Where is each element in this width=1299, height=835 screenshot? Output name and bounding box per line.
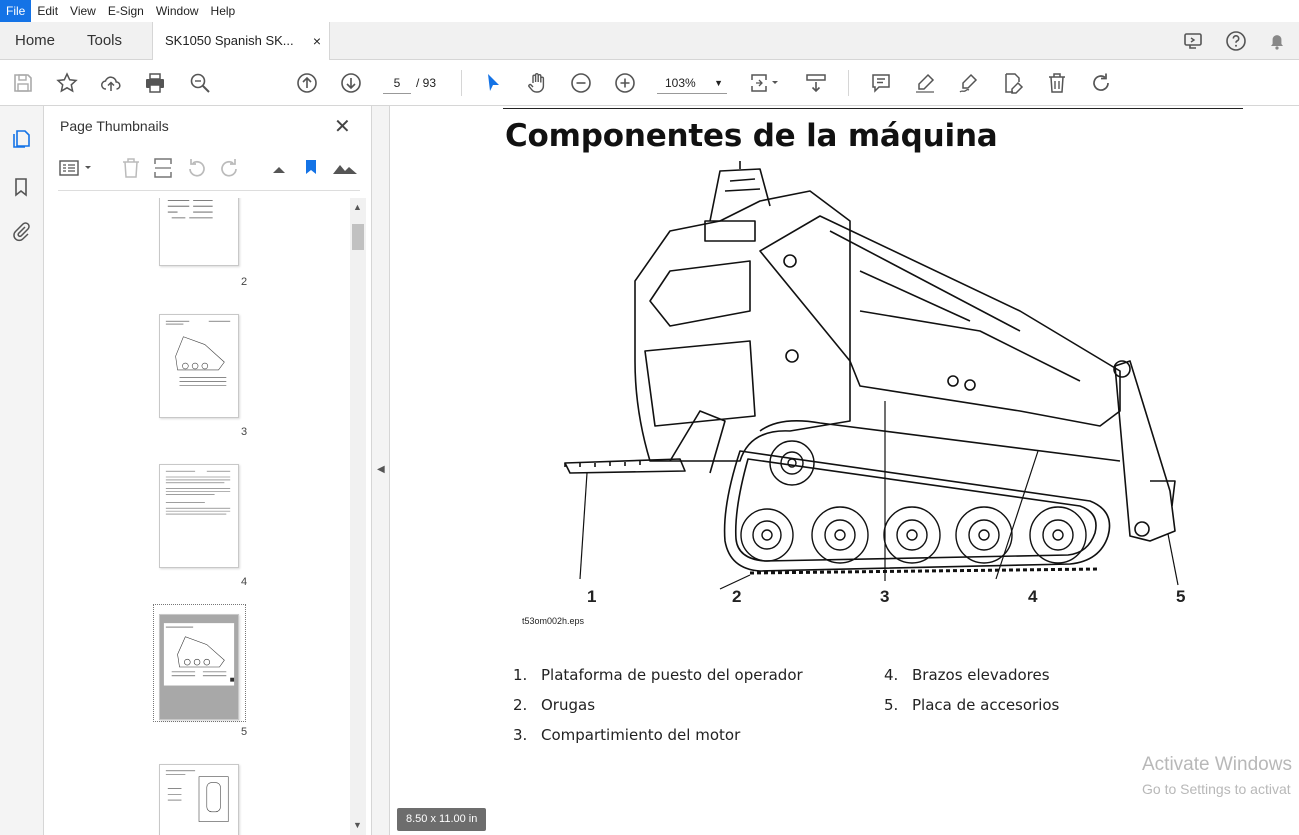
page-number-input[interactable]: 5 (383, 72, 411, 94)
bookmark-star-icon[interactable] (55, 71, 79, 95)
legend-text: Orugas (541, 696, 596, 714)
share-screen-icon[interactable] (1182, 30, 1204, 52)
legend-text: Plataforma de puesto del operador (541, 666, 803, 684)
page-size-badge: 8.50 x 11.00 in (397, 808, 487, 831)
tab-document[interactable]: SK1050 Spanish SK... × (152, 22, 330, 60)
thumbnail-insert-icon[interactable] (152, 156, 174, 180)
highlight-pen-icon[interactable] (913, 71, 937, 95)
page-fit-icon[interactable] (748, 71, 782, 95)
thumbnail-delete-icon[interactable] (120, 156, 142, 180)
notifications-bell-icon[interactable] (1266, 30, 1288, 52)
callout-4: 4 (1028, 587, 1038, 606)
toolbar-divider (848, 70, 849, 96)
page-total: / 93 (416, 76, 437, 90)
panel-title: Page Thumbnails (60, 118, 169, 134)
previous-page-icon[interactable] (295, 71, 319, 95)
panel-collapse-handle[interactable]: ◀ (372, 106, 390, 835)
legend-number: 1. (513, 666, 528, 684)
select-cursor-icon[interactable] (481, 71, 505, 95)
zoom-in-icon[interactable] (613, 71, 637, 95)
tab-close-icon[interactable]: × (313, 22, 321, 60)
menu-help[interactable]: Help (205, 0, 242, 22)
legend-text: Brazos elevadores (912, 666, 1050, 684)
thumbnail-label: 4 (240, 576, 248, 588)
help-icon[interactable] (1225, 30, 1247, 52)
rotate-right-icon[interactable] (218, 156, 240, 180)
callout-3: 3 (880, 587, 890, 606)
toolbar: 5 / 93 103% ▼ (0, 60, 1299, 106)
page-thumbnails-icon[interactable] (10, 128, 32, 150)
thumbnail-list: 2 3 4 5 (44, 198, 350, 835)
edit-document-icon[interactable] (1001, 71, 1025, 95)
activation-watermark-title: Activate Windows (1142, 754, 1292, 775)
menu-view[interactable]: View (64, 0, 102, 22)
bookmark-marker-icon[interactable] (300, 156, 322, 180)
thumbnail-label: 2 (240, 276, 248, 288)
attachments-paperclip-icon[interactable] (10, 220, 32, 242)
scroll-mode-icon[interactable] (804, 71, 828, 95)
zoom-level-value: 103% (665, 76, 696, 90)
legend-number: 4. (884, 666, 899, 684)
thumbnail-page-4[interactable] (159, 464, 239, 568)
legend-text: Placa de accesorios (912, 696, 1060, 714)
menu-edit[interactable]: Edit (31, 0, 64, 22)
menu-bar: File Edit View E-Sign Window Help (0, 0, 1299, 22)
legend-text: Compartimiento del motor (541, 726, 741, 744)
upload-cloud-icon[interactable] (99, 71, 123, 95)
menu-file[interactable]: File (0, 0, 32, 22)
tab-bar: Home Tools SK1050 Spanish SK... × (0, 22, 1299, 60)
callout-1: 1 (587, 587, 597, 606)
menu-window[interactable]: Window (150, 0, 205, 22)
hand-tool-icon[interactable] (525, 71, 549, 95)
toolbar-divider (461, 70, 462, 96)
machine-illustration (564, 161, 1179, 590)
legend-number: 2. (513, 696, 528, 714)
scroll-up-icon[interactable]: ▲ (353, 202, 362, 212)
legend-number: 5. (884, 696, 899, 714)
callout-2: 2 (732, 587, 742, 606)
scroll-down-icon[interactable]: ▼ (353, 820, 362, 830)
scrollbar-thumb[interactable] (352, 224, 364, 250)
delete-trash-icon[interactable] (1045, 71, 1069, 95)
figure-filename: t53om002h.eps (522, 616, 585, 626)
chevron-down-icon: ▼ (714, 78, 723, 88)
thumbnail-label: 5 (240, 726, 248, 738)
page-thumbnails-panel: Page Thumbnails ✕ 2 3 4 5 ▲ ▼ (44, 106, 372, 835)
rotate-icon[interactable] (1089, 71, 1113, 95)
tab-home[interactable]: Home (15, 22, 55, 59)
rotate-left-icon[interactable] (186, 156, 208, 180)
thumbnail-label: 3 (240, 426, 248, 438)
thumbnail-size-small-icon[interactable] (268, 156, 290, 180)
tab-document-label: SK1050 Spanish SK... (165, 33, 294, 48)
thumbnail-page-3[interactable] (159, 314, 239, 418)
thumbnail-page-2[interactable] (159, 198, 239, 266)
tab-tools[interactable]: Tools (87, 22, 122, 59)
thumbnail-size-large-icon[interactable] (332, 156, 358, 180)
menu-esign[interactable]: E-Sign (102, 0, 150, 22)
save-icon[interactable] (11, 71, 35, 95)
bookmarks-icon[interactable] (10, 176, 32, 198)
page-top-rule (503, 108, 1243, 109)
zoom-level-select[interactable]: 103% ▼ (657, 72, 727, 94)
left-rail (0, 106, 44, 835)
comment-icon[interactable] (869, 71, 893, 95)
thumbnail-page-6[interactable] (159, 764, 239, 835)
thumbnail-scrollbar[interactable]: ▲ ▼ (350, 198, 366, 835)
thumbnail-options-icon[interactable] (58, 156, 94, 180)
panel-close-icon[interactable]: ✕ (334, 114, 351, 139)
collapse-arrow-icon: ◀ (377, 464, 385, 475)
activation-watermark-subtitle: Go to Settings to activat (1142, 781, 1291, 797)
legend-number: 3. (513, 726, 528, 744)
draw-signature-icon[interactable] (957, 71, 981, 95)
next-page-icon[interactable] (339, 71, 363, 95)
callout-5: 5 (1176, 587, 1186, 606)
print-icon[interactable] (143, 71, 167, 95)
zoom-search-icon[interactable] (188, 71, 212, 95)
page-title: Componentes de la máquina (505, 118, 998, 154)
panel-divider (58, 190, 360, 191)
document-view: Componentes de la máquina 1 2 3 4 5 t53o… (390, 106, 1299, 835)
panel-toolbar (58, 156, 358, 182)
zoom-out-icon[interactable] (569, 71, 593, 95)
thumbnail-page-5-selected[interactable] (159, 614, 239, 720)
